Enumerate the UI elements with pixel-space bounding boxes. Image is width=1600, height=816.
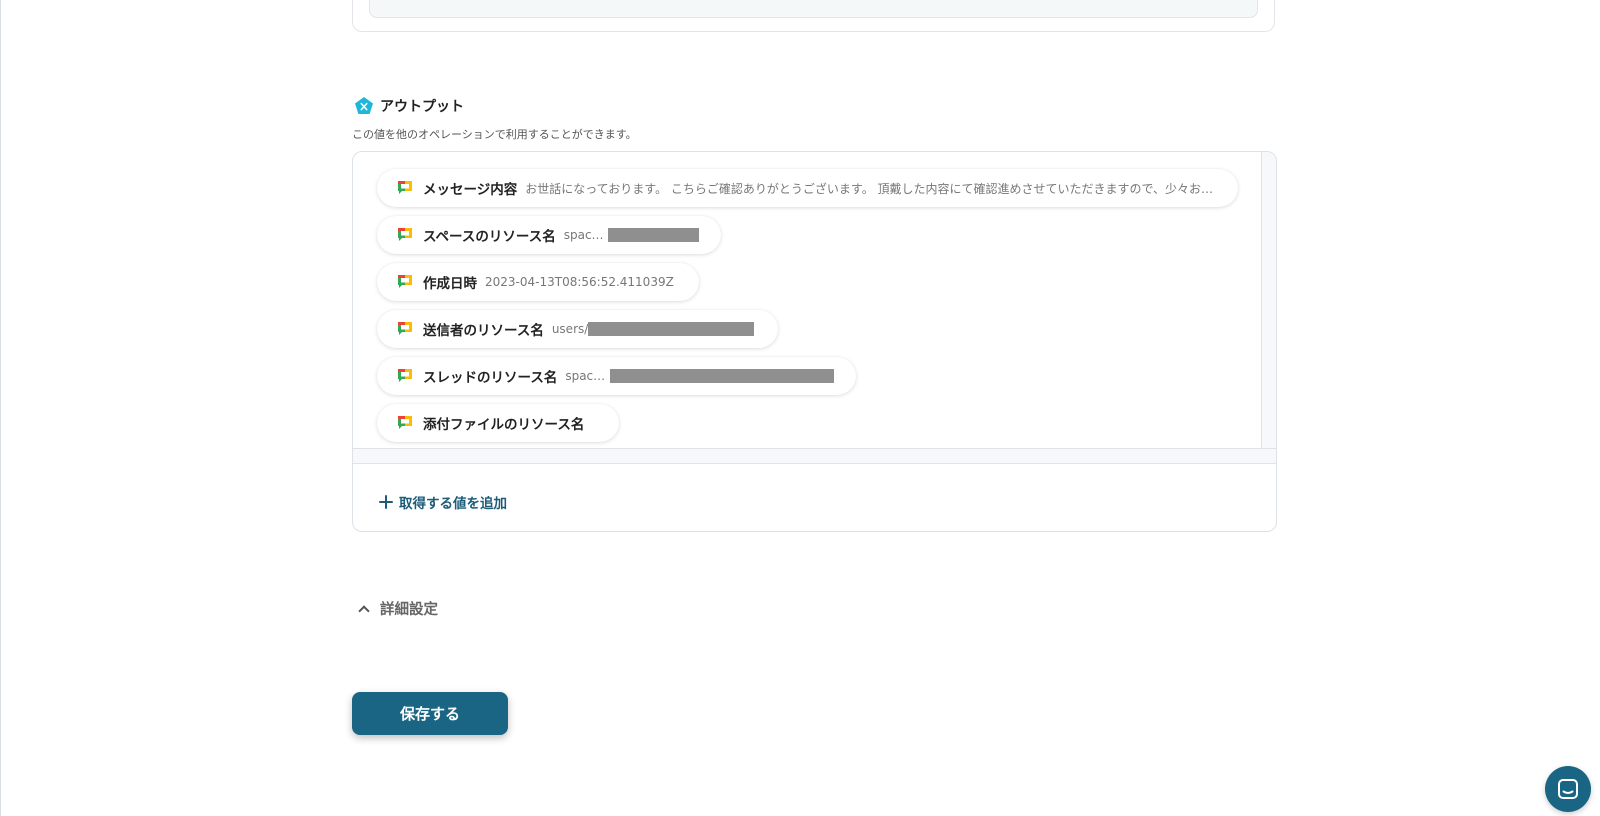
google-chat-icon xyxy=(398,369,412,382)
output-chip-sender-resource-name[interactable]: 送信者のリソース名 users/ xyxy=(377,310,778,348)
chip-value: お世話になっております。 こちらご確認ありがとうございます。 頂戴した内容にて確… xyxy=(525,181,1216,196)
output-values-list: メッセージ内容 お世話になっております。 こちらご確認ありがとうございます。 頂… xyxy=(353,152,1276,464)
output-chip-attachment-resource-name[interactable]: 添付ファイルのリソース名 xyxy=(377,404,619,442)
chip-label: スレッドのリソース名 xyxy=(423,370,558,386)
chip-value: spaces/ xyxy=(565,369,611,383)
chat-bubble-icon xyxy=(1558,779,1578,799)
output-header: アウトプット xyxy=(354,96,464,116)
horizontal-scrollbar[interactable] xyxy=(353,448,1276,463)
redacted-block xyxy=(610,368,834,383)
output-chip-created-at[interactable]: 作成日時 2023-04-13T08:56:52.411039Z xyxy=(377,263,699,301)
chip-label: メッセージ内容 xyxy=(423,182,518,198)
chip-label: 添付ファイルのリソース名 xyxy=(423,417,585,433)
advanced-settings-label: 詳細設定 xyxy=(380,602,438,618)
google-chat-icon xyxy=(398,416,412,429)
output-title: アウトプット xyxy=(380,99,464,115)
chip-value: 2023-04-13T08:56:52.411039Z xyxy=(485,275,674,289)
add-value-button[interactable]: 取得する値を追加 xyxy=(379,492,507,512)
plus-icon xyxy=(379,495,393,509)
chip-label: 作成日時 xyxy=(423,276,477,292)
previous-section-inner-field xyxy=(369,0,1258,18)
chip-value: spaces/ xyxy=(563,228,609,242)
google-chat-icon xyxy=(398,228,412,241)
output-pentagon-icon xyxy=(355,97,373,114)
chip-value: users/ xyxy=(551,322,589,336)
google-chat-icon xyxy=(398,275,412,288)
output-chip-space-resource-name[interactable]: スペースのリソース名 spaces/ xyxy=(377,216,721,254)
redacted-block xyxy=(588,321,755,336)
redacted-block xyxy=(608,227,699,242)
add-value-label: 取得する値を追加 xyxy=(399,496,507,512)
chip-label: スペースのリソース名 xyxy=(423,229,556,245)
chip-label: 送信者のリソース名 xyxy=(423,323,544,339)
chevron-up-icon xyxy=(358,603,370,615)
output-description: この値を他のオペレーションで利用することができます。 xyxy=(352,128,637,141)
advanced-settings-toggle[interactable]: 詳細設定 xyxy=(358,598,438,619)
google-chat-icon xyxy=(398,181,412,194)
chat-launcher-button[interactable] xyxy=(1545,766,1591,812)
google-chat-icon xyxy=(398,322,412,335)
output-chip-thread-resource-name[interactable]: スレッドのリソース名 spaces/ xyxy=(377,357,856,395)
output-chip-message-content[interactable]: メッセージ内容 お世話になっております。 こちらご確認ありがとうございます。 頂… xyxy=(377,169,1238,207)
previous-section-panel xyxy=(352,0,1275,32)
save-button[interactable]: 保存する xyxy=(352,692,508,735)
output-box: メッセージ内容 お世話になっております。 こちらご確認ありがとうございます。 頂… xyxy=(352,151,1277,532)
vertical-scrollbar[interactable] xyxy=(1261,152,1276,463)
